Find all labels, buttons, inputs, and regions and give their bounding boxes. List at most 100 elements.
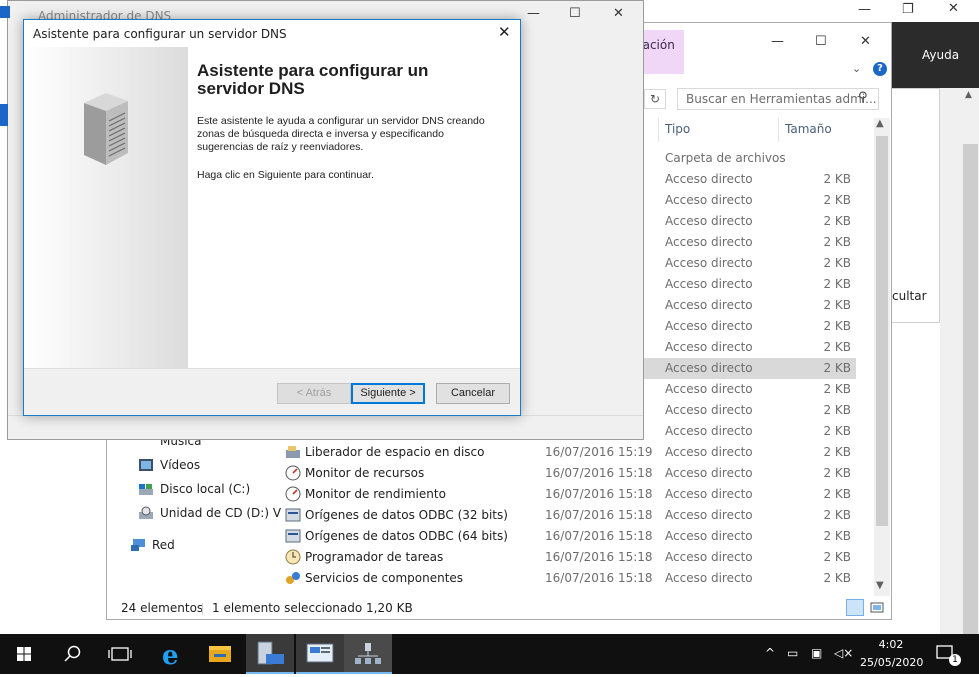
- wizard-banner: [24, 47, 188, 368]
- file-date: 16/07/2016 15:18: [545, 487, 653, 501]
- nav-label: Red: [152, 538, 175, 552]
- nav-item-local-disk[interactable]: Disco local (C:): [139, 482, 250, 496]
- drive-icon: [139, 484, 153, 495]
- odbc-icon: [285, 529, 301, 543]
- dns-maximize-icon[interactable]: ☐: [569, 6, 581, 21]
- dns-tree-edge: [10, 56, 24, 136]
- admin-tools-taskbar-button[interactable]: [296, 634, 344, 674]
- file-type: Carpeta de archivos: [665, 151, 786, 165]
- file-size: 2 KB: [823, 487, 851, 501]
- hide-link[interactable]: cultar: [892, 289, 927, 303]
- file-type: Acceso directo: [665, 361, 753, 375]
- table-row[interactable]: Orígenes de datos ODBC (32 bits) 16/07/2…: [282, 505, 856, 526]
- clock-time[interactable]: 4:02: [876, 638, 906, 651]
- column-header-size[interactable]: Tamaño: [785, 122, 832, 136]
- task-view-button[interactable]: [96, 634, 144, 674]
- file-size: 2 KB: [823, 340, 851, 354]
- next-button[interactable]: Siguiente >: [351, 383, 425, 404]
- nav-item-videos[interactable]: Vídeos: [139, 458, 200, 472]
- table-row[interactable]: Servicios de componentes 16/07/2016 15:1…: [282, 568, 856, 589]
- file-size: 2 KB: [823, 235, 851, 249]
- sm-scrollbar-thumb[interactable]: [963, 144, 978, 634]
- dns-minimize-icon[interactable]: —: [527, 6, 540, 21]
- large-icons-view-icon[interactable]: [868, 599, 886, 616]
- wizard-heading: Asistente para configurar un servidor DN…: [197, 61, 429, 98]
- column-header-type[interactable]: Tipo: [665, 122, 690, 136]
- scroll-up-icon[interactable]: ▲: [876, 118, 884, 129]
- dns-left-accent: [0, 104, 8, 126]
- file-type: Acceso directo: [665, 193, 753, 207]
- start-button[interactable]: [0, 634, 48, 674]
- file-size: 2 KB: [823, 403, 851, 417]
- file-date: 16/07/2016 15:18: [545, 508, 653, 522]
- search-icon[interactable]: ⚲: [858, 90, 868, 105]
- search-placeholder[interactable]: Buscar en Herramientas admi...: [686, 92, 877, 106]
- explorer-close-icon[interactable]: ✕: [860, 34, 871, 49]
- column-divider[interactable]: [658, 118, 659, 142]
- scroll-down-icon[interactable]: ▼: [876, 580, 884, 591]
- file-list-scrollbar-thumb[interactable]: [876, 136, 888, 526]
- battery-icon[interactable]: ▭: [787, 646, 798, 660]
- sm-minimize-icon[interactable]: —: [858, 2, 871, 17]
- file-type: Acceso directo: [665, 529, 753, 543]
- resource-monitor-icon: [285, 465, 301, 481]
- explorer-minimize-icon[interactable]: —: [771, 34, 784, 49]
- internet-explorer-icon: e: [162, 641, 179, 671]
- file-size: 2 KB: [823, 550, 851, 564]
- nav-item-network[interactable]: Red: [131, 538, 175, 552]
- server-manager-taskbar-button[interactable]: [246, 634, 294, 674]
- wizard-description: Este asistente le ayuda a configurar un …: [197, 115, 485, 153]
- explorer-help-icon[interactable]: ?: [873, 62, 887, 76]
- odbc-icon: [285, 508, 301, 522]
- table-row[interactable]: Orígenes de datos ODBC (64 bits) 16/07/2…: [282, 526, 856, 547]
- ribbon-expand-icon[interactable]: ⌄: [852, 62, 861, 75]
- file-type: Acceso directo: [665, 424, 753, 438]
- table-row[interactable]: Monitor de rendimiento 16/07/2016 15:18 …: [282, 484, 856, 505]
- file-name: Liberador de espacio en disco: [305, 445, 485, 459]
- file-type: Acceso directo: [665, 466, 753, 480]
- file-type: Acceso directo: [665, 487, 753, 501]
- file-name: Programador de tareas: [305, 550, 444, 564]
- component-services-icon: [286, 572, 300, 584]
- column-divider[interactable]: [778, 118, 779, 142]
- help-menu[interactable]: Ayuda: [922, 48, 959, 62]
- table-row[interactable]: Liberador de espacio en disco 16/07/2016…: [282, 442, 856, 463]
- file-type: Acceso directo: [665, 340, 753, 354]
- table-row[interactable]: Monitor de recursos 16/07/2016 15:18 Acc…: [282, 463, 856, 484]
- refresh-icon[interactable]: ↻: [644, 89, 666, 109]
- internet-explorer-button[interactable]: e: [148, 634, 196, 674]
- volume-muted-icon[interactable]: ◁×: [834, 646, 853, 660]
- file-date: 16/07/2016 15:18: [545, 571, 653, 585]
- file-explorer-button[interactable]: [196, 634, 244, 674]
- show-hidden-icons-icon[interactable]: ^: [765, 646, 775, 660]
- file-type: Acceso directo: [665, 403, 753, 417]
- status-divider: [202, 603, 203, 615]
- file-size: 2 KB: [823, 319, 851, 333]
- explorer-maximize-icon[interactable]: ☐: [815, 34, 827, 49]
- wizard-continue-text: Haga clic en Siguiente para continuar.: [197, 169, 374, 181]
- table-row[interactable]: Programador de tareas 16/07/2016 15:18 A…: [282, 547, 856, 568]
- cancel-button[interactable]: Cancelar: [436, 383, 510, 404]
- network-icon: [131, 539, 145, 551]
- clock-date[interactable]: 25/05/2020: [860, 656, 923, 669]
- dns-app-icon: [0, 6, 10, 18]
- dns-close-icon[interactable]: ✕: [613, 6, 624, 21]
- sm-close-icon[interactable]: ✕: [948, 1, 959, 16]
- sm-scroll-up-icon[interactable]: ▲: [965, 90, 972, 100]
- dns-manager-taskbar-button[interactable]: [344, 634, 392, 674]
- back-button[interactable]: < Atrás: [277, 383, 351, 404]
- file-size: 2 KB: [823, 256, 851, 270]
- file-type: Acceso directo: [665, 508, 753, 522]
- dns-status-area: [8, 415, 643, 439]
- file-date: 16/07/2016 15:18: [545, 550, 653, 564]
- task-scheduler-icon: [285, 549, 301, 565]
- details-view-icon[interactable]: [846, 599, 864, 616]
- taskbar-search-button[interactable]: [48, 634, 96, 674]
- wizard-title: Asistente para configurar un servidor DN…: [33, 27, 287, 41]
- wizard-close-icon[interactable]: ✕: [498, 23, 511, 41]
- sm-restore-icon[interactable]: ❐: [902, 2, 914, 17]
- nav-item-cd-drive[interactable]: Unidad de CD (D:) V: [139, 506, 281, 520]
- file-size: 2 KB: [823, 214, 851, 228]
- network-tray-icon[interactable]: ▣: [811, 646, 822, 660]
- file-name: Monitor de recursos: [305, 466, 425, 480]
